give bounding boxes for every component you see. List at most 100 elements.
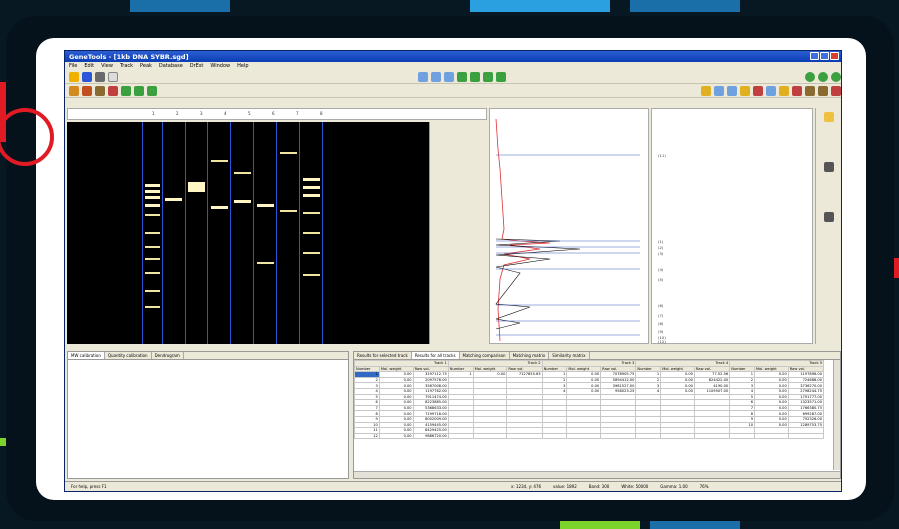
table-cell[interactable] (729, 432, 756, 440)
lane-marker[interactable] (299, 122, 300, 344)
status-value: value: 1892 (553, 484, 577, 489)
tab-results-all[interactable]: Results for all tracks (411, 352, 460, 359)
tab-quantity-calibration[interactable]: Quantity calibration (105, 352, 152, 359)
image-icon[interactable] (823, 162, 834, 172)
image-tool-icon[interactable] (69, 85, 79, 96)
save-icon[interactable] (82, 71, 92, 82)
table-cell[interactable] (541, 432, 568, 440)
peak-tool-icon[interactable] (792, 85, 802, 96)
tab-results-selected[interactable]: Results for selected track (354, 352, 412, 359)
lane-tool-icon[interactable] (147, 85, 157, 96)
menu-window[interactable]: Window (210, 63, 230, 69)
densitometry-profile[interactable] (489, 108, 649, 344)
bg-stripe (630, 0, 740, 12)
track-tool-icon[interactable] (443, 71, 454, 82)
peak-tool-icon[interactable] (714, 85, 724, 96)
print-icon[interactable] (95, 71, 105, 82)
lane-number[interactable]: 6 (272, 111, 275, 116)
peak-tool-icon[interactable] (740, 85, 750, 96)
menu-drest[interactable]: DrEst (190, 63, 204, 69)
maximize-button[interactable] (820, 52, 829, 60)
gel-band (303, 212, 320, 214)
peak-tool-icon[interactable] (766, 85, 776, 96)
lane-tool-icon[interactable] (134, 85, 144, 96)
track-tool-icon[interactable] (469, 71, 480, 82)
lane-number[interactable]: 5 (248, 111, 251, 116)
lane-number[interactable]: 4 (224, 111, 227, 116)
image-icon[interactable] (823, 212, 834, 222)
gel-band (234, 172, 251, 174)
folder-icon[interactable] (823, 112, 834, 122)
peak-tool-icon[interactable] (753, 85, 763, 96)
tab-matching-comparison[interactable]: Matching comparison (460, 352, 510, 359)
menu-peak[interactable]: Peak (140, 63, 152, 69)
lane-number[interactable]: 7 (296, 111, 299, 116)
menu-help[interactable]: Help (237, 63, 248, 69)
menu-file[interactable]: File (69, 63, 77, 69)
track-tool-icon[interactable] (456, 71, 467, 82)
lane-marker[interactable] (185, 122, 186, 344)
close-button[interactable] (830, 52, 839, 60)
image-tool-icon[interactable] (108, 85, 118, 96)
table-cell[interactable]: 0.00 (378, 432, 414, 440)
vertical-scrollbar[interactable] (833, 360, 840, 470)
lane-marker[interactable] (142, 122, 143, 344)
table-cell[interactable] (754, 432, 789, 440)
peak-tool-icon[interactable] (701, 85, 711, 96)
lane-number[interactable]: 8 (320, 111, 323, 116)
report-tool-icon[interactable] (831, 85, 841, 96)
lane-marker[interactable] (162, 122, 163, 344)
tab-similarity-matrix[interactable]: Similarity matrix (549, 352, 590, 359)
gel-image[interactable] (67, 122, 429, 344)
lane-number[interactable]: 2 (176, 111, 179, 116)
lane-marker[interactable] (230, 122, 231, 344)
table-cell[interactable] (447, 432, 474, 440)
lane-marker[interactable] (322, 122, 323, 344)
table-cell[interactable] (787, 432, 825, 440)
minimize-button[interactable] (810, 52, 819, 60)
menu-view[interactable]: View (101, 63, 113, 69)
lane-number[interactable]: 3 (200, 111, 203, 116)
report-tool-icon[interactable] (805, 85, 815, 96)
bg-stripe (470, 0, 610, 12)
track-tool-icon[interactable] (430, 71, 441, 82)
table-cell[interactable] (660, 432, 695, 440)
document-icon[interactable] (108, 71, 118, 82)
table-row[interactable]: 12 0.00 9886720.00 (354, 432, 825, 440)
table-cell[interactable] (635, 432, 662, 440)
lane-marker[interactable] (276, 122, 277, 344)
track-tool-icon[interactable] (495, 71, 506, 82)
lane-tool-icon[interactable] (121, 85, 131, 96)
report-tool-icon[interactable] (818, 85, 828, 96)
lane-marker[interactable] (253, 122, 254, 344)
menu-edit[interactable]: Edit (84, 63, 94, 69)
image-tool-icon[interactable] (82, 85, 92, 96)
peak-tool-icon[interactable] (727, 85, 737, 96)
table-cell[interactable] (506, 432, 543, 440)
peak-tool-icon[interactable] (779, 85, 789, 96)
lane-marker[interactable] (207, 122, 208, 344)
table-cell[interactable] (600, 432, 637, 440)
table-cell[interactable] (472, 432, 508, 440)
zoom-fit-icon[interactable] (831, 71, 841, 82)
tab-matching-matrix[interactable]: Matching matrix (510, 352, 550, 359)
horizontal-scrollbar[interactable] (354, 471, 840, 478)
track-tool-icon[interactable] (417, 71, 428, 82)
menu-track[interactable]: Track (120, 63, 133, 69)
lane-number[interactable]: 1 (152, 111, 155, 116)
new-icon[interactable] (69, 71, 79, 82)
table-cell[interactable] (693, 432, 731, 440)
peak-label: (2) (658, 245, 664, 250)
table-cell[interactable]: 12 (354, 432, 380, 440)
zoom-out-icon[interactable] (818, 71, 828, 82)
table-cell[interactable] (566, 432, 602, 440)
tab-mw-calibration[interactable]: MW calibration (68, 352, 105, 359)
menu-database[interactable]: Database (159, 63, 183, 69)
lane-ruler: 1 2 3 4 5 6 7 8 (67, 108, 487, 120)
tab-dendrogram[interactable]: Dendrogram (152, 352, 184, 359)
zoom-in-icon[interactable] (805, 71, 815, 82)
table-cell[interactable]: 9886720.00 (412, 432, 449, 440)
image-tool-icon[interactable] (95, 85, 105, 96)
track-tool-icon[interactable] (482, 71, 493, 82)
results-pane: Results for selected track Results for a… (353, 351, 841, 479)
